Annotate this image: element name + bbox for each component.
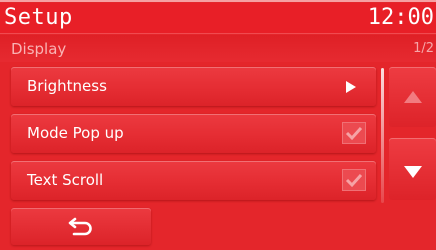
clock: 12:00 — [367, 5, 434, 30]
top-border — [0, 0, 436, 2]
mode-popup-checkbox[interactable] — [342, 122, 366, 144]
back-arrow-icon — [68, 217, 92, 236]
header-bar: Setup 12:00 — [0, 3, 436, 34]
brightness-menu-item[interactable]: Brightness — [11, 67, 376, 106]
menu-item-label: Mode Pop up — [27, 124, 124, 142]
checkmark-icon — [345, 173, 363, 188]
triangle-down-icon — [404, 166, 422, 178]
arrow-right-icon — [346, 81, 356, 93]
text-scroll-menu-item[interactable]: Text Scroll — [11, 161, 376, 200]
scroll-up-button[interactable] — [389, 67, 436, 127]
setup-screen: Setup 12:00 Display 1/2 Brightness Mode … — [0, 0, 436, 250]
back-button[interactable] — [11, 208, 151, 245]
mode-popup-menu-item[interactable]: Mode Pop up — [11, 114, 376, 153]
menu-item-label: Brightness — [27, 77, 107, 95]
menu-item-label: Text Scroll — [27, 171, 104, 189]
page-title: Setup — [4, 5, 73, 30]
text-scroll-checkbox[interactable] — [342, 169, 366, 191]
section-title: Display — [11, 40, 67, 58]
scroll-divider — [381, 68, 384, 203]
checkmark-icon — [345, 126, 363, 141]
section-bar: Display 1/2 — [0, 35, 436, 62]
scroll-down-button[interactable] — [389, 138, 436, 200]
page-indicator: 1/2 — [413, 41, 434, 56]
triangle-up-icon — [404, 91, 422, 103]
